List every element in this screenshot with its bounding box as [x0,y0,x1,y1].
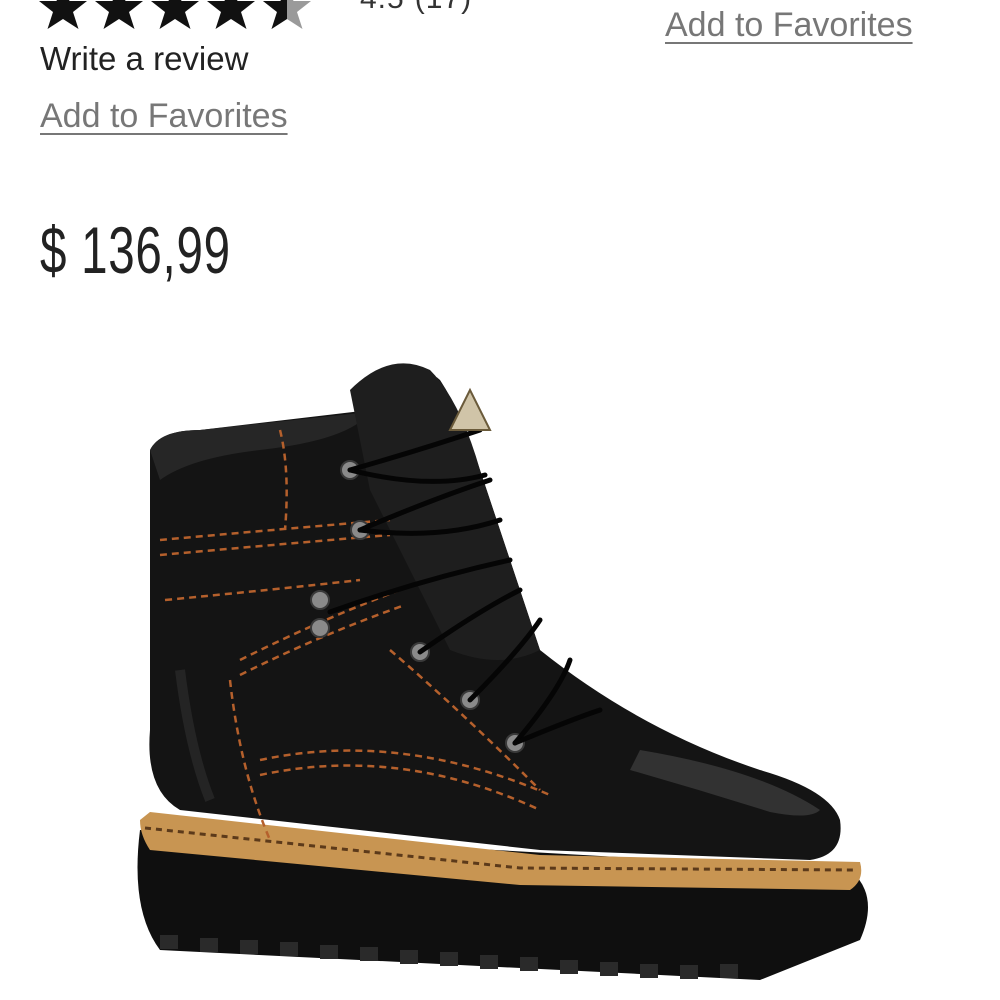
rating-value: 4.5 [360,0,405,15]
product-price: $ 136,99 [40,213,231,287]
half-star-icon [263,0,311,29]
work-boot-image[interactable] [120,350,880,1000]
star-rating[interactable] [38,0,318,34]
star-icon-2 [95,0,143,29]
write-review-link[interactable]: Write a review [40,40,248,78]
review-count[interactable]: (17) [415,0,472,15]
product-detail-page: 4.5(17) Add to Favorites Write a review … [0,0,1000,1000]
star-icon-1 [39,0,87,29]
rating-summary: 4.5 (17) [360,0,482,16]
star-icon-3 [151,0,199,29]
star-icon-4 [207,0,255,29]
add-to-favorites-link-top[interactable]: Add to Favorites [665,6,913,45]
add-to-favorites-link[interactable]: Add to Favorites [40,97,288,136]
